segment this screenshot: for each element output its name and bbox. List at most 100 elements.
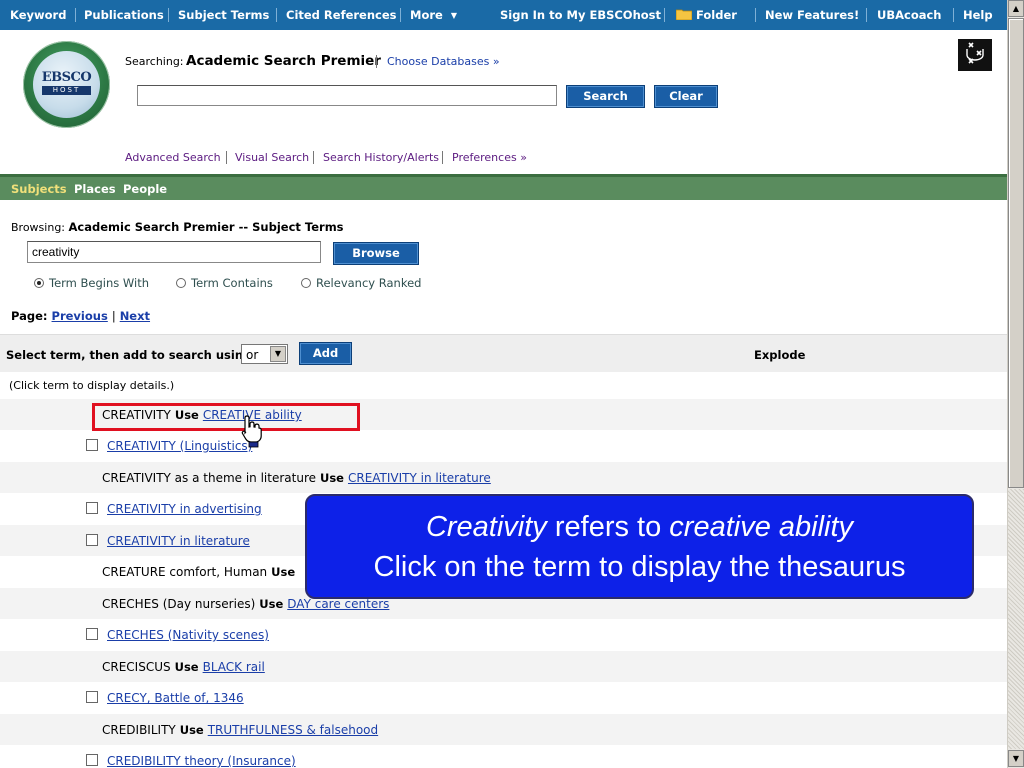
click-hint: (Click term to display details.) <box>9 379 175 392</box>
nav-subject-terms[interactable]: Subject Terms <box>178 0 269 30</box>
ebsco-page: Keyword Publications Subject Terms Cited… <box>0 0 1007 768</box>
term-checkbox[interactable] <box>86 754 98 766</box>
callout-line-1: Creativity refers to creative ability <box>307 507 972 547</box>
nav-ubacoach[interactable]: UBAcoach <box>877 0 942 30</box>
select-term-label: Select term, then add to search using: <box>6 348 256 362</box>
term-row: CREATIVITY (Linguistics) <box>0 430 1007 461</box>
operator-select[interactable]: or ▼ <box>241 344 288 364</box>
choose-databases-link[interactable]: Choose Databases » <box>387 55 500 68</box>
nav-new-features[interactable]: New Features! <box>765 0 859 30</box>
term-row: CRECY, Battle of, 1346 <box>0 682 1007 713</box>
tab-places[interactable]: Places <box>74 182 116 196</box>
term-checkbox[interactable] <box>86 691 98 703</box>
term-text: CREDIBILITY <box>102 723 176 737</box>
preferences-link[interactable]: Preferences » <box>452 151 527 164</box>
vertical-scrollbar[interactable]: ▲ ▼ <box>1007 0 1024 768</box>
term-checkbox[interactable] <box>86 534 98 546</box>
logo-text: EBSCO <box>41 70 92 85</box>
select-term-bar: Select term, then add to search using: o… <box>0 334 1007 372</box>
scroll-down-icon[interactable]: ▼ <box>1008 750 1024 767</box>
divider <box>376 55 377 68</box>
explanation-callout: Creativity refers to creative ability Cl… <box>305 494 974 599</box>
uva-emblem-icon <box>966 42 984 64</box>
search-button[interactable]: Search <box>566 85 645 108</box>
page-label: Page: <box>11 309 48 323</box>
visual-search-link[interactable]: Visual Search <box>235 151 309 164</box>
radio-empty-icon <box>176 278 186 288</box>
term-row: CREDIBILITY Use TRUTHFULNESS & falsehood <box>0 714 1007 745</box>
use-label: Use <box>259 597 284 611</box>
scrollbar-thumb[interactable] <box>1008 18 1024 488</box>
previous-page-link[interactable]: Previous <box>52 309 108 323</box>
nav-separator <box>75 8 76 22</box>
search-history-link[interactable]: Search History/Alerts <box>323 151 439 164</box>
term-link[interactable]: CREATIVITY in literature <box>107 534 250 548</box>
top-navigation-bar: Keyword Publications Subject Terms Cited… <box>0 0 1007 30</box>
nav-cited-references[interactable]: Cited References <box>286 0 397 30</box>
term-checkbox[interactable] <box>86 439 98 451</box>
ebsco-logo[interactable]: EBSCO HOST <box>23 41 110 128</box>
term-entry: CREATIVITY as a theme in literature Use CR… <box>102 471 491 485</box>
term-link[interactable]: CREATIVITY in advertising <box>107 502 262 516</box>
nav-folder[interactable]: Folder <box>675 0 737 30</box>
folder-icon <box>675 9 693 21</box>
callout-preferred-term: creative ability <box>669 511 854 543</box>
term-link[interactable]: CRECHES (Nativity scenes) <box>107 628 269 642</box>
divider <box>226 151 227 164</box>
term-link[interactable]: CRECY, Battle of, 1346 <box>107 691 244 705</box>
term-entry: CREATURE comfort, Human Use <box>102 565 299 579</box>
term-link[interactable]: CREATIVITY in literature <box>348 471 491 485</box>
radio-relevancy-ranked[interactable]: Relevancy Ranked <box>301 276 421 290</box>
nav-separator <box>866 8 867 22</box>
nav-separator <box>400 8 401 22</box>
clear-button[interactable]: Clear <box>654 85 718 108</box>
advanced-search-link[interactable]: Advanced Search <box>125 151 221 164</box>
term-checkbox[interactable] <box>86 502 98 514</box>
nav-sign-in[interactable]: Sign In to My EBSCOhost <box>500 0 661 30</box>
term-link[interactable]: DAY care centers <box>287 597 389 611</box>
nav-more[interactable]: More ▼ <box>410 0 457 30</box>
searching-label: Searching: <box>125 55 184 68</box>
term-checkbox[interactable] <box>86 628 98 640</box>
next-page-link[interactable]: Next <box>120 309 150 323</box>
divider: | <box>111 309 116 323</box>
pagination: Page: Previous | Next <box>11 309 150 323</box>
nav-more-label: More <box>410 8 443 22</box>
term-link[interactable]: TRUTHFULNESS & falsehood <box>208 723 378 737</box>
nav-keyword[interactable]: Keyword <box>10 0 66 30</box>
term-text: CRECHES (Day nurseries) <box>102 597 256 611</box>
tab-people[interactable]: People <box>123 182 167 196</box>
term-entry: CRECHES (Day nurseries) Use DAY care cente… <box>102 597 389 611</box>
radio-term-begins-with[interactable]: Term Begins With <box>34 276 149 290</box>
callout-text: refers to <box>546 511 670 543</box>
browse-button[interactable]: Browse <box>333 242 419 265</box>
operator-value: or <box>246 348 259 362</box>
tab-subjects[interactable]: Subjects <box>11 182 67 196</box>
hand-cursor-icon <box>241 415 262 448</box>
term-row: CREATIVITY as a theme in literature Use CR… <box>0 462 1007 493</box>
nav-separator <box>168 8 169 22</box>
term-link[interactable]: BLACK rail <box>203 660 265 674</box>
radio-label: Term Begins With <box>49 276 150 290</box>
nav-publications[interactable]: Publications <box>84 0 164 30</box>
term-link[interactable]: CREATIVITY (Linguistics) <box>107 439 252 453</box>
term-link[interactable]: CREDIBILITY theory (Insurance) <box>107 754 296 768</box>
dropdown-arrow-icon[interactable]: ▼ <box>270 346 286 362</box>
radio-label: Relevancy Ranked <box>316 276 422 290</box>
uva-logo[interactable] <box>958 39 992 71</box>
search-input[interactable] <box>137 85 557 106</box>
nav-separator <box>664 8 665 22</box>
scrollbar-track[interactable] <box>1008 489 1024 749</box>
use-label: Use <box>174 660 199 674</box>
add-button[interactable]: Add <box>299 342 352 365</box>
radio-label: Term Contains <box>191 276 273 290</box>
term-entry: CREDIBILITY Use TRUTHFULNESS & falsehood <box>102 723 378 737</box>
explode-column-header: Explode <box>754 348 806 362</box>
nav-help[interactable]: Help <box>963 0 993 30</box>
scroll-up-icon[interactable]: ▲ <box>1008 0 1024 17</box>
use-label: Use <box>179 723 204 737</box>
browse-tabs-bar: Subjects Places People <box>0 174 1007 200</box>
term-text: CREATURE comfort, Human <box>102 565 268 579</box>
browse-input[interactable] <box>27 241 321 263</box>
radio-term-contains[interactable]: Term Contains <box>176 276 273 290</box>
